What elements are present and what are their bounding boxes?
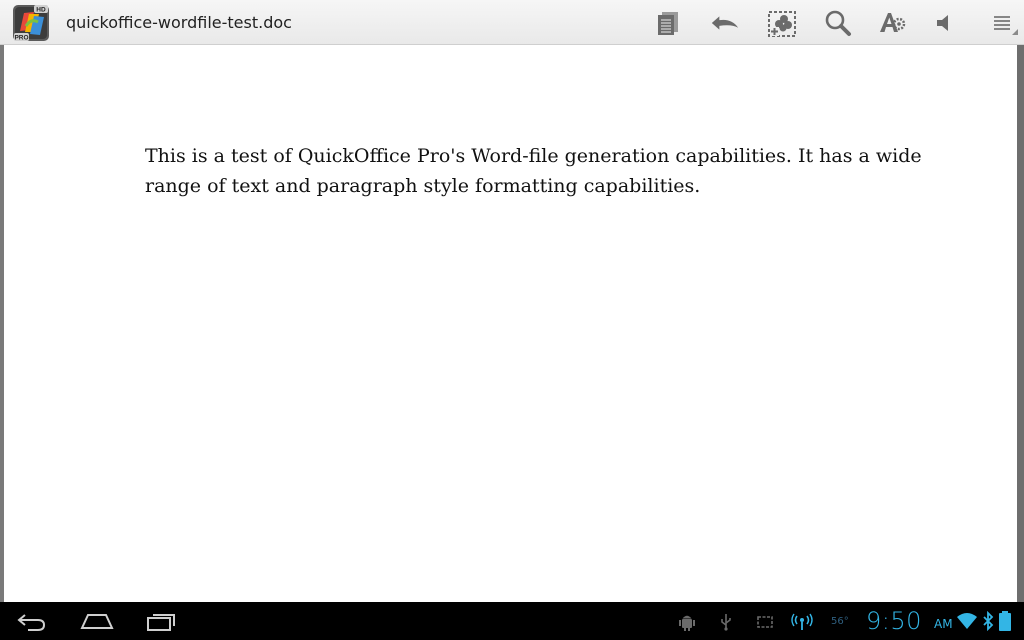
font-format-button[interactable] <box>876 7 908 39</box>
insert-image-icon <box>768 11 796 37</box>
home-button[interactable] <box>80 609 114 633</box>
clock-time[interactable]: 9:50 <box>866 607 922 635</box>
recent-apps-icon <box>147 614 175 631</box>
insert-image-button[interactable] <box>766 7 798 39</box>
font-format-icon <box>880 13 906 32</box>
back-icon <box>17 614 46 631</box>
undo-icon <box>711 16 739 30</box>
document-title: quickoffice-wordfile-test.doc <box>66 13 292 32</box>
wifi-icon <box>957 613 977 629</box>
app-icon-badge-hd: HD <box>36 7 46 14</box>
document-paragraph[interactable]: This is a test of QuickOffice Pro's Word… <box>145 141 925 201</box>
battery-icon <box>999 611 1011 631</box>
speaker-icon <box>937 15 948 31</box>
overflow-menu-icon <box>994 16 1010 30</box>
android-debug-icon <box>679 615 695 631</box>
usb-icon <box>721 614 731 631</box>
search-icon <box>825 10 851 36</box>
quickoffice-app-window: HD PRO quickoffice-wordfile-test.doc Thi… <box>0 0 1024 602</box>
app-icon-badge-pro: PRO <box>14 35 28 42</box>
overflow-menu-button[interactable] <box>982 7 1022 39</box>
read-aloud-button[interactable] <box>929 7 961 39</box>
document-page[interactable]: This is a test of QuickOffice Pro's Word… <box>4 45 1017 602</box>
action-bar: HD PRO quickoffice-wordfile-test.doc <box>0 0 1024 45</box>
pages-icon <box>658 12 678 35</box>
undo-button[interactable] <box>709 7 741 39</box>
system-navigation-bar: 56° 9:50 AM <box>0 602 1024 640</box>
scroll-edge <box>1017 45 1024 602</box>
pages-button[interactable] <box>652 7 684 39</box>
quickoffice-pro-hd-icon[interactable]: HD PRO <box>12 4 50 42</box>
search-button[interactable] <box>822 7 854 39</box>
bluetooth-icon <box>983 611 994 631</box>
overflow-corner-indicator <box>1012 29 1018 35</box>
screenshot-icon <box>757 616 773 628</box>
clock-ampm: AM <box>934 617 953 631</box>
hotspot-icon <box>791 613 813 630</box>
home-icon <box>80 614 114 629</box>
back-button[interactable] <box>16 609 48 633</box>
temperature-indicator: 56° <box>831 616 849 627</box>
recent-apps-button[interactable] <box>145 609 177 633</box>
